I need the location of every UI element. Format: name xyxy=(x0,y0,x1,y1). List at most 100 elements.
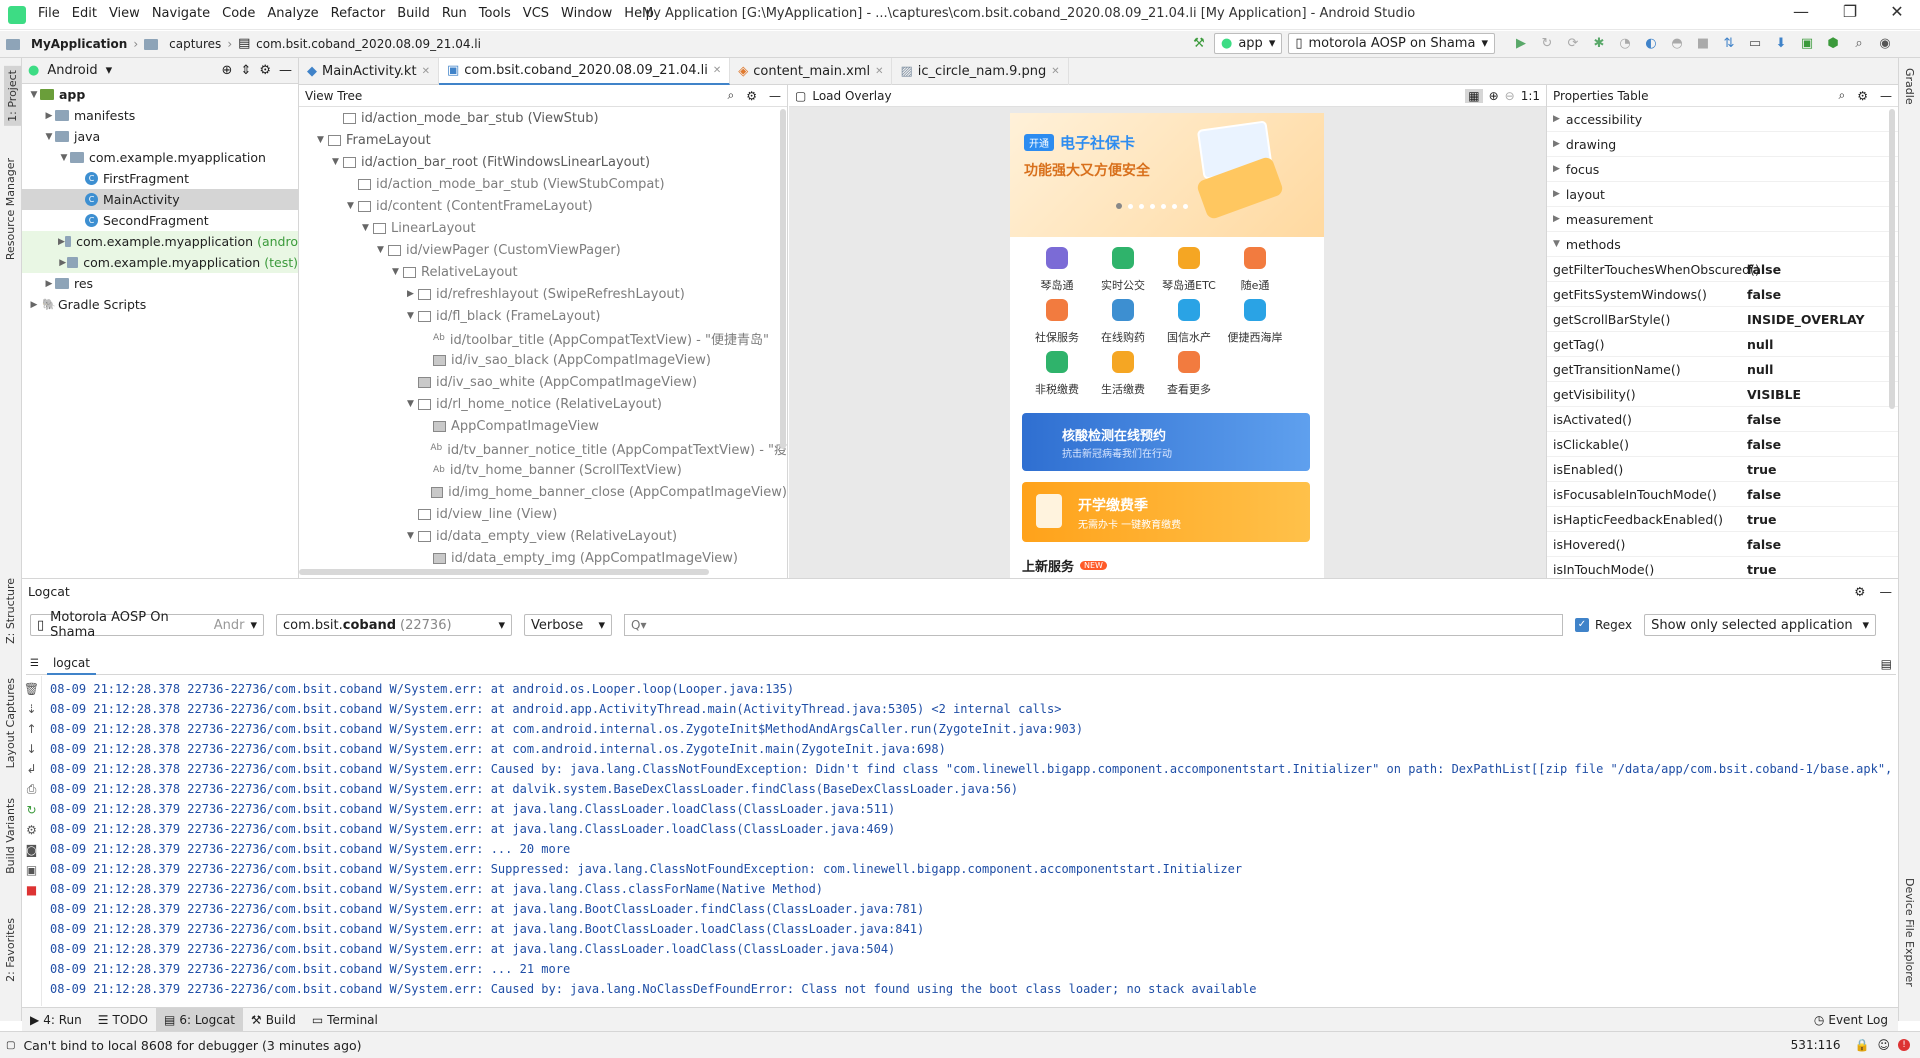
expand-right-icon[interactable]: ▶ xyxy=(1553,189,1560,199)
property-row[interactable]: getFitsSystemWindows() false xyxy=(1547,282,1898,307)
banner-social-security[interactable]: 开通 电子社保卡 功能强大又方便安全 xyxy=(1010,113,1324,237)
service-icon-item[interactable]: 随e通 xyxy=(1222,247,1288,293)
expand-right-icon[interactable]: ▶ xyxy=(28,300,40,310)
bottom-tab[interactable]: ▶ 4: Run xyxy=(22,1008,90,1032)
hide-icon[interactable]: — xyxy=(1880,584,1893,599)
logcat-search-input[interactable] xyxy=(624,614,1563,636)
locate-icon[interactable]: ⊕ xyxy=(222,63,233,78)
sdk-manager-icon[interactable]: ⬇ xyxy=(1772,35,1790,53)
service-icon-item[interactable]: 非税缴费 xyxy=(1024,351,1090,397)
stop-icon[interactable]: ■ xyxy=(1694,35,1712,53)
bottom-tab[interactable]: ▤ 6: Logcat xyxy=(155,1007,243,1032)
property-group[interactable]: ▶ accessibility xyxy=(1547,107,1898,132)
expand-right-icon[interactable]: ▶ xyxy=(43,279,55,289)
expand-icon[interactable]: ▼ xyxy=(328,157,343,167)
expand-icon[interactable]: ▶ xyxy=(403,289,418,299)
property-group[interactable]: ▶ layout xyxy=(1547,182,1898,207)
menu-edit[interactable]: Edit xyxy=(66,6,103,21)
bottom-tab[interactable]: ⚒ Build xyxy=(243,1008,304,1032)
close-icon[interactable]: ✕ xyxy=(1874,2,1920,21)
view-tree-node[interactable]: id/iv_sao_black (AppCompatImageView) xyxy=(313,349,787,371)
property-row[interactable]: getTag() null xyxy=(1547,332,1898,357)
sync-icon[interactable]: ⇅ xyxy=(1720,35,1738,53)
editor-tab[interactable]: ▣ com.bsit.coband_2020.08.09_21.04.li ✕ xyxy=(438,57,731,85)
coverage-icon[interactable]: ◓ xyxy=(1668,35,1686,53)
rerun-icon[interactable]: ↻ xyxy=(1538,35,1556,53)
error-icon[interactable]: ! xyxy=(1898,1039,1910,1051)
bottom-tab[interactable]: ☰ TODO xyxy=(90,1008,156,1032)
gear-icon[interactable]: ⚙ xyxy=(1854,584,1865,599)
expand-right-icon[interactable]: ▶ xyxy=(58,258,67,268)
hide-icon[interactable]: — xyxy=(1880,89,1892,103)
screen-record-icon[interactable]: ▣ xyxy=(26,863,37,877)
close-tab-icon[interactable]: ✕ xyxy=(713,65,721,76)
restart-icon[interactable]: ↻ xyxy=(26,803,36,817)
profile-avatar-icon[interactable]: ◉ xyxy=(1876,35,1894,53)
layout-icon[interactable]: ▤ xyxy=(1881,657,1892,671)
breadcrumb-file[interactable]: com.bsit.coband_2020.08.09_21.04.li xyxy=(256,37,481,51)
property-row[interactable]: getVisibility() VISIBLE xyxy=(1547,382,1898,407)
close-tab-icon[interactable]: ✕ xyxy=(1051,66,1059,77)
expand-down-icon[interactable]: ▼ xyxy=(58,153,70,163)
service-icon-item[interactable]: 国信水产 xyxy=(1156,299,1222,345)
gear-icon[interactable]: ⚙ xyxy=(26,823,37,837)
attach-debugger-icon[interactable]: ◐ xyxy=(1642,35,1660,53)
profile-icon[interactable]: ◔ xyxy=(1616,35,1634,53)
property-row[interactable]: isHovered() false xyxy=(1547,532,1898,557)
lock-icon[interactable]: 🔒 xyxy=(1855,1038,1870,1052)
expand-icon[interactable]: ▼ xyxy=(358,223,373,233)
inspector-icon[interactable]: ☺ xyxy=(1877,1038,1890,1052)
service-icon-item[interactable]: 琴岛通ETC xyxy=(1156,247,1222,293)
zoom-out-icon[interactable]: ⊖ xyxy=(1505,89,1515,103)
logcat-subtab[interactable]: logcat xyxy=(46,653,96,675)
device-manager-icon[interactable]: ▣ xyxy=(1798,35,1816,53)
view-tree-node[interactable]: id/img_home_banner_close (AppCompatImage… xyxy=(313,481,787,503)
tool-tab-layout-captures[interactable]: Layout Captures xyxy=(4,678,17,768)
carousel-dot[interactable] xyxy=(1172,203,1177,209)
carousel-dot-active[interactable] xyxy=(1116,203,1122,209)
property-row[interactable]: isActivated() false xyxy=(1547,407,1898,432)
view-tree-node[interactable]: ▼ id/rl_home_notice (RelativeLayout) xyxy=(313,393,787,415)
view-tree-node[interactable]: ▼ FrameLayout xyxy=(313,129,787,151)
expand-down-icon[interactable]: ▼ xyxy=(43,132,55,142)
expand-icon[interactable]: ▼ xyxy=(388,267,403,277)
carousel-dot[interactable] xyxy=(1150,203,1155,209)
process-selector[interactable]: com.bsit. coband (22736) ▾ xyxy=(276,614,512,636)
view-tree-scrollbar[interactable] xyxy=(780,109,786,449)
up-icon[interactable]: ↑ xyxy=(26,722,36,736)
bottom-tab[interactable]: ▭ Terminal xyxy=(304,1008,386,1032)
project-tree-item[interactable]: ▶ com.example.myapplication (test) xyxy=(22,252,298,273)
expand-icon[interactable]: ▼ xyxy=(343,201,358,211)
service-icon-item[interactable]: 在线购药 xyxy=(1090,299,1156,345)
property-row[interactable]: isInTouchMode() true xyxy=(1547,557,1898,577)
app-filter-selector[interactable]: Show only selected application ▾ xyxy=(1644,614,1877,636)
hide-icon[interactable]: — xyxy=(769,89,781,103)
project-tree-item[interactable]: ▶ com.example.myapplication (andro xyxy=(22,231,298,252)
event-log-tab[interactable]: ◷ Event Log xyxy=(1814,1013,1888,1027)
expand-icon[interactable]: ▼ xyxy=(313,135,328,145)
menu-window[interactable]: Window xyxy=(555,6,618,21)
carousel-dot[interactable] xyxy=(1161,203,1166,209)
expand-icon[interactable]: ▼ xyxy=(373,245,388,255)
project-tree-item[interactable]: C SecondFragment xyxy=(22,210,298,231)
search-icon[interactable]: ⌕ xyxy=(1850,35,1868,53)
carousel-dot[interactable] xyxy=(1183,203,1188,209)
chevron-down-icon[interactable]: ▾ xyxy=(106,63,113,78)
breadcrumb-captures[interactable]: captures xyxy=(169,37,221,51)
view-tree-node[interactable]: id/view_line (View) xyxy=(313,503,787,525)
print-icon[interactable]: ⎙ xyxy=(27,782,37,797)
load-overlay-button[interactable]: Load Overlay xyxy=(812,89,891,103)
view-tree-node[interactable]: ▼ id/action_bar_root (FitWindowsLinearLay… xyxy=(313,151,787,173)
grid-icon[interactable]: ▦ xyxy=(1465,88,1483,103)
editor-tab[interactable]: ▨ ic_circle_nam.9.png ✕ xyxy=(892,57,1069,85)
service-icon-item[interactable]: 实时公交 xyxy=(1090,247,1156,293)
expand-right-icon[interactable]: ▶ xyxy=(1553,214,1560,224)
view-tree-node[interactable]: id/action_mode_bar_stub (ViewStub) xyxy=(313,107,787,129)
view-tree-node[interactable]: id/data_empty_img (AppCompatImageView) xyxy=(313,547,787,567)
property-row[interactable]: isFocusableInTouchMode() false xyxy=(1547,482,1898,507)
zoom-actual-button[interactable]: 1:1 xyxy=(1521,89,1540,103)
view-tree-node[interactable]: ▼ LinearLayout xyxy=(313,217,787,239)
apply-changes-icon[interactable]: ⟳ xyxy=(1564,35,1582,53)
breadcrumb-project[interactable]: MyApplication xyxy=(31,37,127,51)
properties-scrollbar[interactable] xyxy=(1889,109,1895,409)
